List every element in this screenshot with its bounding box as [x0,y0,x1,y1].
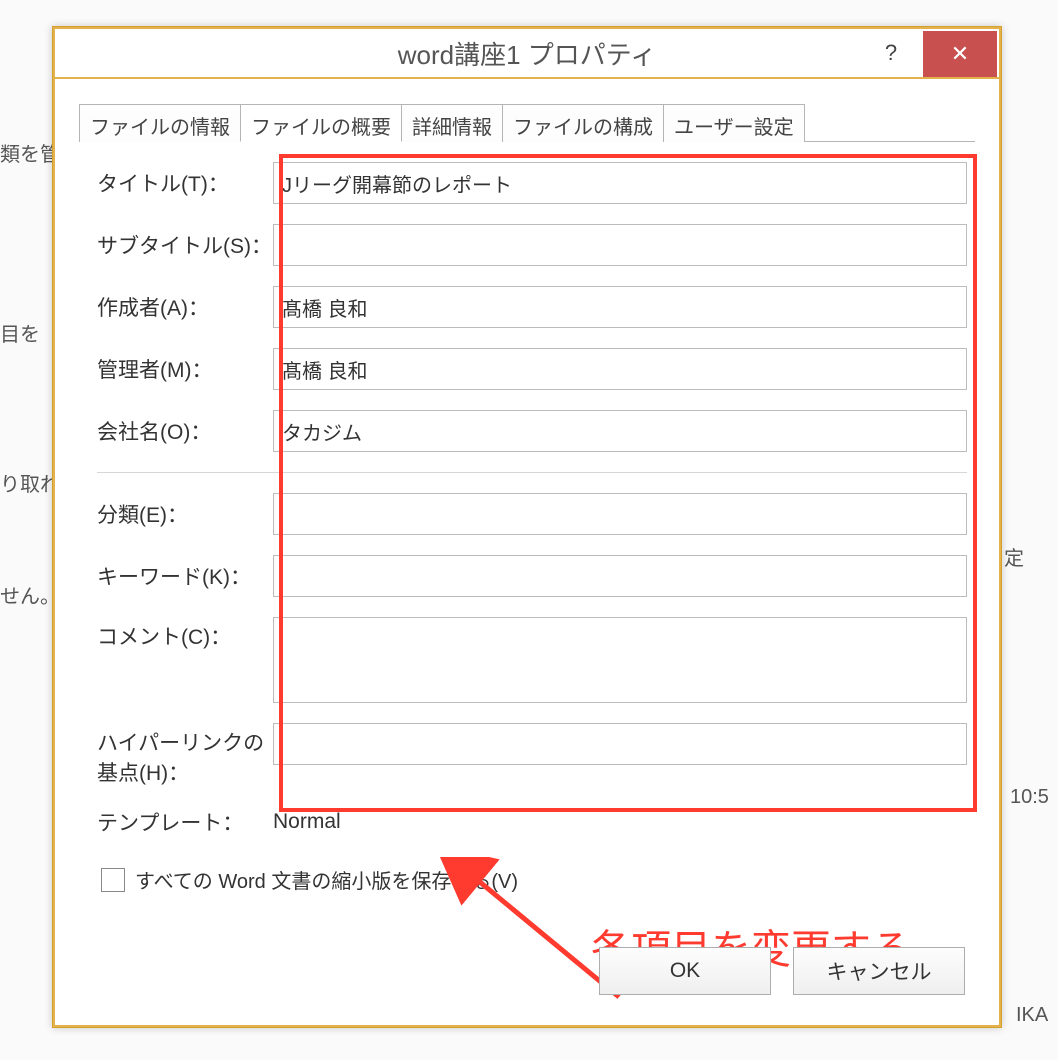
tab-file-summary[interactable]: ファイルの概要 [240,104,402,142]
bg-text: り取れ [0,468,60,497]
bg-text: 定 [1004,542,1024,571]
properties-dialog: word講座1 プロパティ ? ✕ ファイルの情報 ファイルの概要 詳細情報 フ… [52,26,1002,1028]
tab-custom[interactable]: ユーザー設定 [663,104,805,142]
hyperlink-base-input[interactable] [273,723,967,765]
bg-text: IKA [1016,1004,1048,1027]
tab-file-contents[interactable]: ファイルの構成 [502,104,664,142]
save-thumbnail-label: すべての Word 文書の縮小版を保存する(V) [135,865,518,894]
dialog-body: ファイルの情報 ファイルの概要 詳細情報 ファイルの構成 ユーザー設定 タイトル… [53,79,1001,1027]
help-button[interactable]: ? [861,29,921,77]
keywords-label: キーワード(K)： [97,561,273,591]
subtitle-label: サブタイトル(S)： [97,230,273,260]
titlebar[interactable]: word講座1 プロパティ ? ✕ [53,27,1001,79]
bg-text: 目を [0,318,40,347]
title-label: タイトル(T)： [97,168,273,198]
subtitle-input[interactable] [273,224,967,266]
form-area: タイトル(T)： サブタイトル(S)： 作成者(A)： 管理者(M)： 会社名(… [79,142,975,894]
company-input[interactable] [273,410,967,452]
tab-details[interactable]: 詳細情報 [401,104,503,142]
dialog-title: word講座1 プロパティ [398,35,656,72]
separator [97,472,967,473]
save-thumbnail-row[interactable]: すべての Word 文書の縮小版を保存する(V) [97,865,967,894]
category-label: 分類(E)： [97,499,273,529]
tab-strip: ファイルの情報 ファイルの概要 詳細情報 ファイルの構成 ユーザー設定 [79,103,975,142]
author-input[interactable] [273,286,967,328]
close-icon: ✕ [951,41,969,67]
tab-file-info[interactable]: ファイルの情報 [79,104,241,142]
bg-text: せん。 [0,580,60,609]
ok-button[interactable]: OK [599,947,771,995]
bg-text: 10:5 [1010,786,1049,809]
manager-label: 管理者(M)： [97,354,273,384]
keywords-input[interactable] [273,555,967,597]
template-value: Normal [273,810,341,834]
dialog-buttons: OK キャンセル [599,947,965,995]
hyperlink-base-label: ハイパーリンクの 基点(H)： [97,723,273,787]
company-label: 会社名(O)： [97,416,273,446]
cancel-button[interactable]: キャンセル [793,947,965,995]
close-button[interactable]: ✕ [923,31,997,77]
template-label: テンプレート： [97,807,273,837]
author-label: 作成者(A)： [97,292,273,322]
category-input[interactable] [273,493,967,535]
comments-input[interactable] [273,617,967,703]
manager-input[interactable] [273,348,967,390]
title-input[interactable] [273,162,967,204]
bg-text: 類を管 [0,138,60,167]
save-thumbnail-checkbox[interactable] [101,868,125,892]
comments-label: コメント(C)： [97,617,273,651]
